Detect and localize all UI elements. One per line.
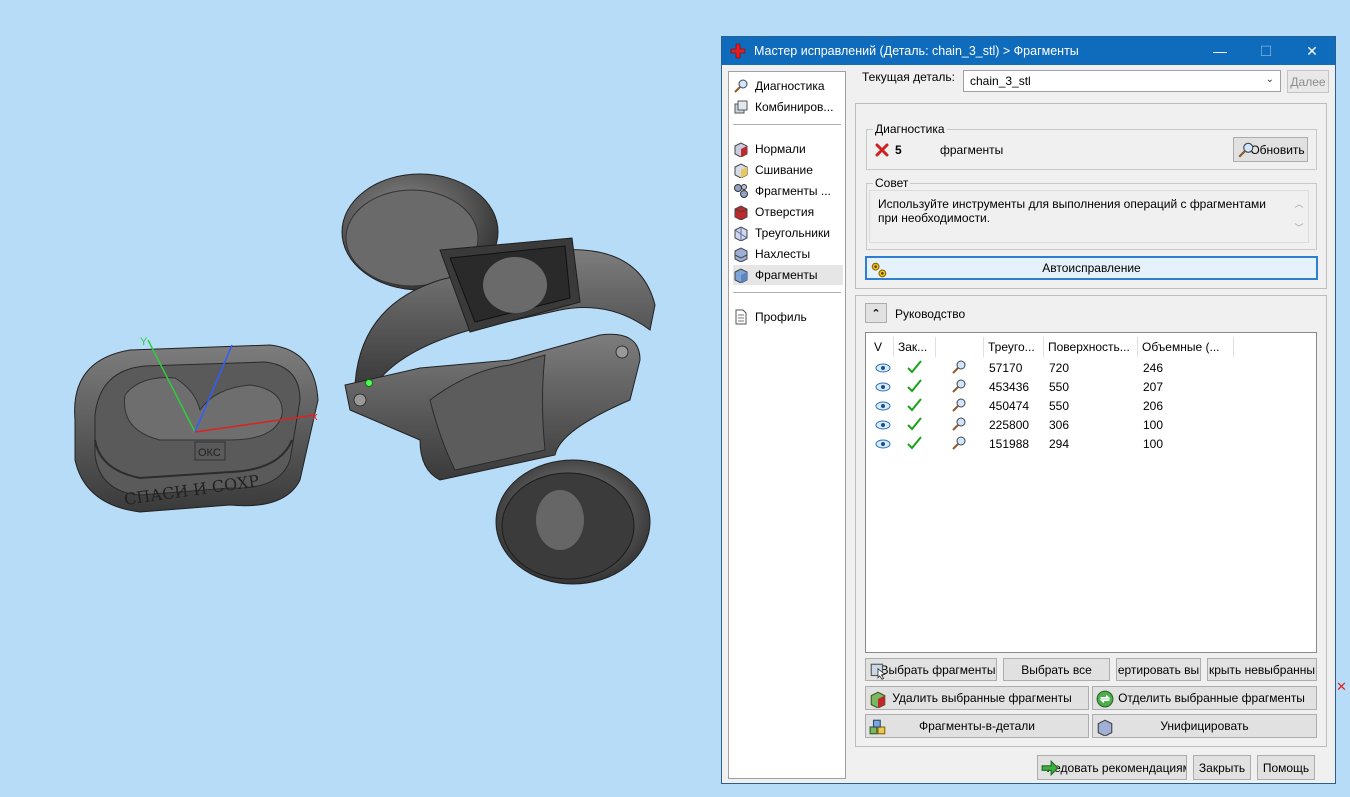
invert-selection-button[interactable]: ертировать вы: [1116, 658, 1201, 681]
nav-item-diagnostics[interactable]: Диагностика: [733, 76, 843, 96]
checkmark-icon: [907, 398, 922, 412]
fragments-table: V Зак... Треуго... Поверхность... Объемн…: [865, 332, 1317, 653]
overlaps-icon: [734, 247, 748, 262]
unify-icon: [1097, 719, 1113, 736]
nav-item-profile[interactable]: Профиль: [733, 307, 843, 327]
magnifier-icon: [734, 79, 748, 93]
eye-icon[interactable]: [875, 419, 891, 431]
column-header-triangles[interactable]: Треуго...: [984, 337, 1044, 357]
advice-title: Совет: [873, 176, 911, 190]
guide-label: Руководство: [895, 307, 966, 321]
diagnostics-status: фрагменты: [940, 143, 1004, 157]
eye-icon[interactable]: [875, 400, 891, 412]
maximize-button[interactable]: ☐: [1243, 37, 1289, 65]
diagnostics-title: Диагностика: [873, 122, 947, 136]
nav-item-normals[interactable]: Нормали: [733, 139, 843, 159]
fragment-count: 5: [895, 143, 902, 157]
zoom-to-icon[interactable]: [951, 416, 967, 432]
error-x-icon: [875, 143, 889, 157]
wizard-navigation: Диагностика Комбиниров... Нормали Сшиван…: [728, 71, 846, 779]
axis-label: ОКС: [198, 447, 221, 459]
holes-icon: [734, 205, 748, 220]
triangles-icon: [734, 226, 748, 241]
separate-arrows-icon: [1096, 690, 1114, 708]
screen-edge-close-icon[interactable]: ✕: [1336, 679, 1347, 695]
separate-selected-fragments-button[interactable]: Отделить выбранные фрагменты: [1092, 686, 1317, 710]
advice-text: Используйте инструменты для выполнения о…: [869, 190, 1309, 243]
checkmark-icon: [907, 417, 922, 431]
fragments-to-parts-button[interactable]: Фрагменты-в-детали: [865, 714, 1089, 738]
table-row[interactable]: 225800 306 100: [866, 416, 1316, 435]
select-fragments-button[interactable]: Выбрать фрагменты: [865, 658, 997, 681]
table-row[interactable]: 453436 550 207: [866, 378, 1316, 397]
3d-viewport[interactable]: СПАСИ И СОХР Y x ОКС ✕: [0, 0, 1347, 797]
zoom-to-icon[interactable]: [951, 397, 967, 413]
nav-item-fragments-gear[interactable]: Фрагменты ...: [733, 181, 843, 201]
collapse-button[interactable]: ⌃: [865, 303, 887, 323]
fragments-to-parts-icon: [869, 719, 886, 735]
cursor-select-icon: [870, 663, 886, 680]
help-button[interactable]: Помощь: [1257, 755, 1315, 780]
close-window-button[interactable]: ✕: [1289, 37, 1335, 65]
close-button[interactable]: Закрыть: [1193, 755, 1251, 780]
nav-separator: [733, 124, 841, 125]
minimize-button[interactable]: —: [1197, 37, 1243, 65]
current-part-label: Текущая деталь:: [862, 70, 955, 84]
follow-recommendations-button[interactable]: ледовать рекомендациям: [1037, 755, 1187, 780]
magnifier-icon: [1238, 142, 1254, 158]
table-row[interactable]: 450474 550 206: [866, 397, 1316, 416]
delete-selected-fragments-button[interactable]: Удалить выбранные фрагменты: [865, 686, 1089, 710]
nav-item-stitch[interactable]: Сшивание: [733, 160, 843, 180]
hide-unselected-button[interactable]: крыть невыбранны: [1207, 658, 1317, 681]
eye-icon[interactable]: [875, 381, 891, 393]
fragments-gear-icon: [734, 184, 748, 198]
medallion-part[interactable]: [495, 459, 651, 585]
combine-icon: [734, 100, 748, 114]
unify-button[interactable]: Унифицировать: [1092, 714, 1317, 738]
nav-item-combine[interactable]: Комбиниров...: [733, 97, 843, 117]
table-row[interactable]: 151988 294 100: [866, 435, 1316, 454]
stitch-icon: [734, 163, 748, 178]
checkmark-icon: [907, 379, 922, 393]
select-all-button[interactable]: Выбрать все: [1003, 658, 1110, 681]
svg-text:x: x: [312, 411, 318, 423]
zoom-to-icon[interactable]: [951, 435, 967, 451]
dialog-titlebar[interactable]: Мастер исправлений (Деталь: chain_3_stl)…: [722, 37, 1335, 65]
sunflower-icon: [871, 262, 887, 278]
scene-graphics: СПАСИ И СОХР Y x ОКС: [74, 173, 656, 585]
column-header-volume[interactable]: Объемные (...: [1138, 337, 1234, 357]
next-button[interactable]: Далее: [1287, 70, 1329, 93]
chevron-down-icon: ⌄: [1265, 74, 1274, 85]
checkmark-icon: [907, 360, 922, 374]
nav-item-fragments[interactable]: Фрагменты: [733, 265, 843, 285]
delete-fragments-icon: [870, 691, 886, 708]
nav-item-holes[interactable]: Отверстия: [733, 202, 843, 222]
column-header-zoom[interactable]: [936, 337, 984, 357]
document-icon: [735, 309, 747, 325]
current-part-select[interactable]: chain_3_stl ⌄: [963, 70, 1281, 92]
dialog-title: Мастер исправлений (Деталь: chain_3_stl)…: [754, 44, 1079, 58]
autofix-button[interactable]: Автоисправление: [865, 256, 1318, 280]
green-arrow-icon: [1041, 759, 1059, 777]
eye-icon[interactable]: [875, 438, 891, 450]
column-header-closed[interactable]: Зак...: [894, 337, 936, 357]
refresh-button[interactable]: Обновить: [1233, 137, 1308, 162]
column-header-visibility[interactable]: V: [870, 337, 894, 357]
zoom-to-icon[interactable]: [951, 359, 967, 375]
advice-scrollbar[interactable]: ︿ ﹀: [1292, 192, 1306, 241]
nav-item-overlaps[interactable]: Нахлесты: [733, 244, 843, 264]
column-header-surface[interactable]: Поверхность...: [1044, 337, 1138, 357]
checkmark-icon: [907, 436, 922, 450]
nav-item-triangles[interactable]: Треугольники: [733, 223, 843, 243]
eye-icon[interactable]: [875, 362, 891, 374]
table-row[interactable]: 57170 720 246: [866, 359, 1316, 378]
chevron-double-up-icon: ⌃: [871, 307, 881, 320]
normals-icon: [734, 142, 748, 157]
svg-text:Y: Y: [140, 336, 148, 348]
app-icon: [730, 43, 746, 59]
fragments-icon: [734, 268, 748, 283]
nav-separator: [733, 292, 841, 293]
zoom-to-icon[interactable]: [951, 378, 967, 394]
